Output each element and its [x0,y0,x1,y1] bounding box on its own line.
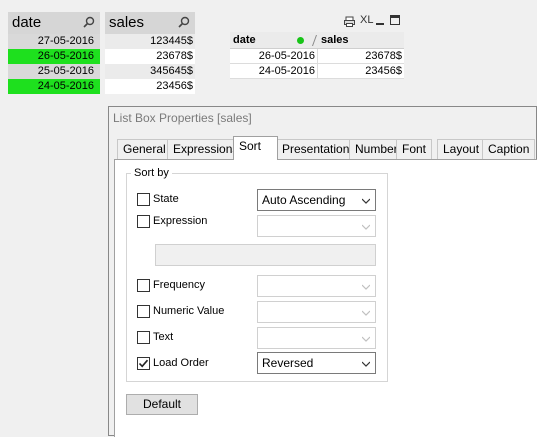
table-header-date[interactable]: date [233,34,256,46]
sort-indicator-icon [297,37,304,44]
default-button[interactable]: Default [126,394,198,415]
chevron-down-icon [362,284,370,290]
tab-presentation[interactable]: Presentation [276,139,356,159]
load-order-sort-select[interactable]: Reversed [257,352,376,374]
chevron-down-icon [362,310,370,316]
tab-layout[interactable]: Layout [437,139,486,159]
text-checkbox[interactable] [137,331,150,344]
date-list-item[interactable]: 26-05-2016 [8,49,100,64]
table-cell: 23678$ [318,49,404,64]
sales-listbox-title[interactable]: sales [105,12,195,34]
state-checkbox[interactable] [137,193,150,206]
chevron-down-icon [362,336,370,342]
state-label: State [153,193,179,205]
date-list-item[interactable]: 24-05-2016 [8,79,100,94]
load-order-checkbox[interactable] [137,357,150,370]
sales-listbox-title-text: sales [109,14,145,31]
state-sort-select[interactable]: Auto Ascending [257,189,376,211]
table-header-row: date sales [230,32,404,49]
frequency-checkbox[interactable] [137,279,150,292]
tab-general[interactable]: General [117,139,172,159]
text-label: Text [153,331,174,343]
expression-checkbox[interactable] [137,215,150,228]
sales-list-item[interactable]: 23456$ [105,79,195,94]
date-list-item[interactable]: 25-05-2016 [8,64,100,79]
print-icon[interactable] [344,16,355,27]
date-list-item[interactable]: 27-05-2016 [8,34,100,49]
numeric-value-sort-select[interactable] [257,301,376,323]
search-icon[interactable] [178,16,190,28]
table-cell: 26-05-2016 [230,49,318,64]
frequency-label: Frequency [153,279,205,291]
tab-sort[interactable]: Sort [233,136,278,160]
numeric-value-label: Numeric Value [153,305,225,317]
load-order-sort-value: Reversed [262,356,314,370]
tab-caption[interactable]: Caption [482,139,536,159]
chevron-down-icon [362,224,370,230]
expression-sort-select[interactable] [257,215,376,237]
table-header-sales[interactable]: sales [321,34,349,46]
chevron-down-icon [362,361,370,367]
state-sort-value: Auto Ascending [262,193,346,207]
expression-label: Expression [153,215,208,227]
sort-by-label: Sort by [131,167,172,179]
sales-list-item[interactable]: 123445$ [105,34,195,49]
tab-font[interactable]: Font [396,139,433,159]
sales-list-item[interactable]: 345645$ [105,64,195,79]
table-cell: 24-05-2016 [230,64,318,79]
date-listbox-title-text: date [12,14,42,31]
table-caption-bar: XL [230,12,404,32]
minimize-icon[interactable] [376,23,384,25]
text-sort-select[interactable] [257,327,376,349]
search-icon[interactable] [83,16,95,28]
xl-icon[interactable]: XL [360,14,373,26]
maximize-icon[interactable] [390,15,400,25]
numeric-value-checkbox[interactable] [137,305,150,318]
dialog-title: List Box Properties [sales] [113,111,252,125]
checkmark-icon [138,359,149,368]
chevron-down-icon [362,198,370,204]
expression-input[interactable] [155,244,376,266]
date-listbox-title[interactable]: date [8,12,100,34]
frequency-sort-select[interactable] [257,275,376,297]
table-cell: 23456$ [318,64,404,79]
sales-list-item[interactable]: 23678$ [105,49,195,64]
load-order-label: Load Order [153,357,209,369]
column-divider[interactable] [311,35,318,46]
